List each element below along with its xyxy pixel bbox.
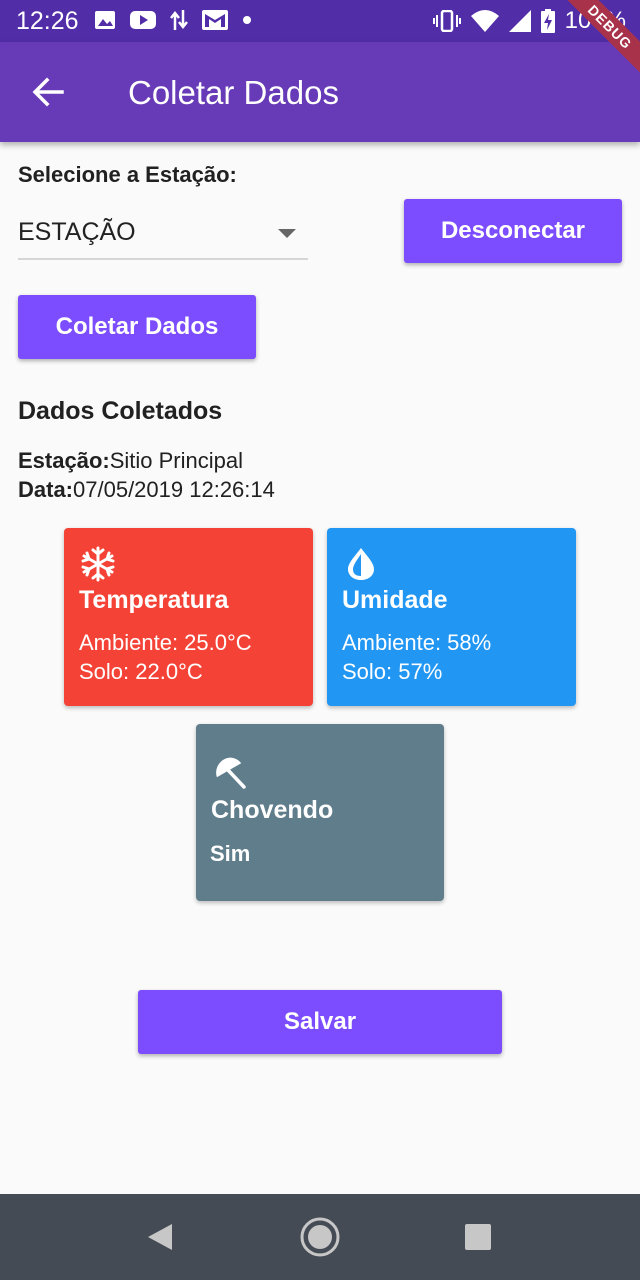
wifi-icon bbox=[470, 10, 499, 32]
nav-home-icon bbox=[300, 1217, 340, 1257]
collected-data-title: Dados Coletados bbox=[18, 397, 223, 425]
umbrella-icon bbox=[216, 757, 246, 789]
battery-charging-icon bbox=[540, 9, 555, 33]
date-info-value: 07/05/2019 12:26:14 bbox=[73, 477, 275, 502]
data-transfer-icon bbox=[170, 10, 188, 30]
nav-back-button[interactable] bbox=[134, 1212, 184, 1262]
snowflake-icon bbox=[81, 546, 115, 582]
dot-icon bbox=[243, 16, 251, 24]
navigation-bar bbox=[0, 1194, 640, 1280]
rain-title: Chovendo bbox=[211, 796, 334, 824]
humidity-ambient: Ambiente: 58% bbox=[342, 630, 492, 655]
humidity-card: Umidade Ambiente: 58% Solo: 57% bbox=[327, 528, 576, 706]
water-drop-icon bbox=[348, 548, 374, 580]
signal-icon bbox=[508, 10, 531, 32]
youtube-icon bbox=[130, 11, 156, 29]
station-info: Estação:Sitio Principal bbox=[18, 448, 243, 474]
station-select-label: Selecione a Estação: bbox=[18, 162, 237, 187]
vibrate-icon bbox=[432, 10, 461, 32]
collect-data-button[interactable]: Coletar Dados bbox=[18, 295, 256, 359]
humidity-title: Umidade bbox=[342, 586, 448, 614]
app-bar: Coletar Dados bbox=[0, 42, 640, 142]
station-info-label: Estação: bbox=[18, 448, 110, 473]
status-notification-icons bbox=[94, 8, 252, 32]
rain-value: Sim bbox=[210, 841, 251, 866]
save-button[interactable]: Salvar bbox=[138, 990, 502, 1054]
arrow-back-icon bbox=[32, 77, 64, 107]
disconnect-button[interactable]: Desconectar bbox=[404, 199, 622, 263]
back-button[interactable] bbox=[28, 72, 68, 112]
nav-back-icon bbox=[148, 1224, 172, 1250]
temperature-ambient: Ambiente: 25.0°C bbox=[79, 630, 252, 655]
date-info: Data:07/05/2019 12:26:14 bbox=[18, 477, 275, 503]
status-bar: 12:26 100% bbox=[0, 0, 640, 42]
status-time: 12:26 bbox=[16, 7, 79, 35]
temperature-card: Temperatura Ambiente: 25.0°C Solo: 22.0°… bbox=[64, 528, 313, 706]
dropdown-arrow-icon bbox=[278, 229, 296, 238]
image-icon bbox=[95, 11, 115, 29]
gmail-icon bbox=[202, 10, 228, 30]
station-dropdown-value: ESTAÇÃO bbox=[18, 218, 136, 246]
station-info-value: Sitio Principal bbox=[109, 448, 243, 473]
nav-recent-button[interactable] bbox=[453, 1212, 503, 1262]
page-title: Coletar Dados bbox=[128, 74, 339, 111]
date-info-label: Data: bbox=[18, 477, 74, 502]
rain-card: Chovendo Sim bbox=[196, 724, 444, 901]
nav-recent-icon bbox=[465, 1224, 491, 1250]
nav-home-button[interactable] bbox=[295, 1212, 345, 1262]
temperature-title: Temperatura bbox=[79, 586, 229, 614]
humidity-soil: Solo: 57% bbox=[342, 659, 443, 684]
temperature-soil: Solo: 22.0°C bbox=[79, 659, 203, 684]
station-dropdown[interactable]: ESTAÇÃO bbox=[18, 210, 308, 260]
